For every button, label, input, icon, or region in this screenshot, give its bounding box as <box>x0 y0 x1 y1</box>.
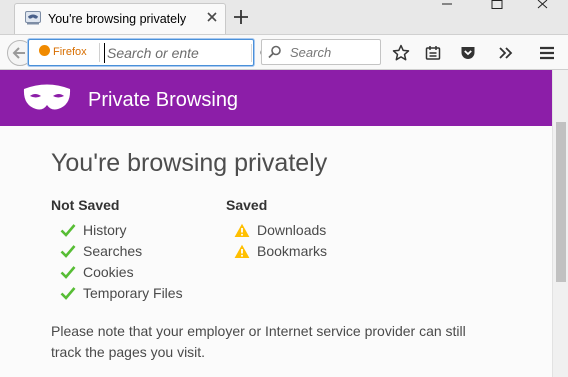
tab-title: You're browsing privately <box>48 12 187 26</box>
tab-strip: You're browsing privately <box>0 0 568 34</box>
identity-label: Firefox <box>53 46 87 58</box>
check-icon <box>60 266 76 279</box>
private-mask-icon <box>25 11 41 25</box>
url-input[interactable] <box>104 43 224 63</box>
list-item-label: Cookies <box>83 264 134 280</box>
navigation-toolbar: Firefox <box>0 34 568 70</box>
list-item-label: History <box>83 222 127 238</box>
hamburger-menu-icon[interactable] <box>538 44 556 62</box>
search-input[interactable] <box>288 43 378 61</box>
not-saved-heading: Not Saved <box>51 197 120 213</box>
pocket-icon[interactable] <box>459 44 477 62</box>
tab-private-browsing[interactable]: You're browsing privately <box>14 3 226 34</box>
url-separator <box>99 43 100 62</box>
close-icon[interactable] <box>205 10 219 24</box>
private-browsing-banner: Private Browsing <box>0 70 552 126</box>
list-item: Downloads <box>234 222 327 243</box>
check-icon <box>60 224 76 237</box>
list-item: History <box>60 222 183 243</box>
vertical-scrollbar[interactable] <box>552 70 568 377</box>
not-saved-list: History Searches Cookies Temporary Files <box>60 222 183 306</box>
list-item: Cookies <box>60 264 183 285</box>
list-item: Searches <box>60 243 183 264</box>
list-item: Bookmarks <box>234 243 327 264</box>
url-bar[interactable]: Firefox <box>28 39 271 66</box>
check-icon <box>60 245 76 258</box>
minimize-icon[interactable] <box>440 2 454 16</box>
identity-box[interactable]: Firefox <box>39 45 87 61</box>
window-close-icon[interactable] <box>536 0 550 14</box>
new-tab-plus-icon[interactable] <box>232 8 250 26</box>
reading-list-icon[interactable] <box>424 44 442 62</box>
search-bar[interactable] <box>261 39 381 65</box>
warning-icon <box>234 223 250 237</box>
list-item-label: Temporary Files <box>83 285 183 301</box>
search-icon <box>268 45 281 59</box>
warning-icon <box>234 244 250 258</box>
reload-separator <box>251 44 252 62</box>
list-item-label: Searches <box>83 243 143 259</box>
list-item-label: Bookmarks <box>257 243 328 259</box>
private-mask-icon <box>23 84 71 110</box>
maximize-icon[interactable] <box>490 0 504 14</box>
saved-heading: Saved <box>226 197 268 213</box>
overflow-chevron-icon[interactable] <box>497 44 515 62</box>
scrollbar-thumb[interactable] <box>556 122 566 282</box>
saved-list: Downloads Bookmarks <box>234 222 327 264</box>
check-icon <box>60 287 76 300</box>
tracking-note: Please note that your employer or Intern… <box>51 323 466 360</box>
list-item-label: Downloads <box>257 222 327 238</box>
banner-title: Private Browsing <box>88 89 239 111</box>
list-item: Temporary Files <box>60 285 183 306</box>
firefox-logo-icon <box>39 45 50 56</box>
page-content: Private Browsing You're browsing private… <box>0 70 552 377</box>
bookmark-star-icon[interactable] <box>392 44 410 62</box>
page-title: You're browsing privately <box>51 149 328 177</box>
